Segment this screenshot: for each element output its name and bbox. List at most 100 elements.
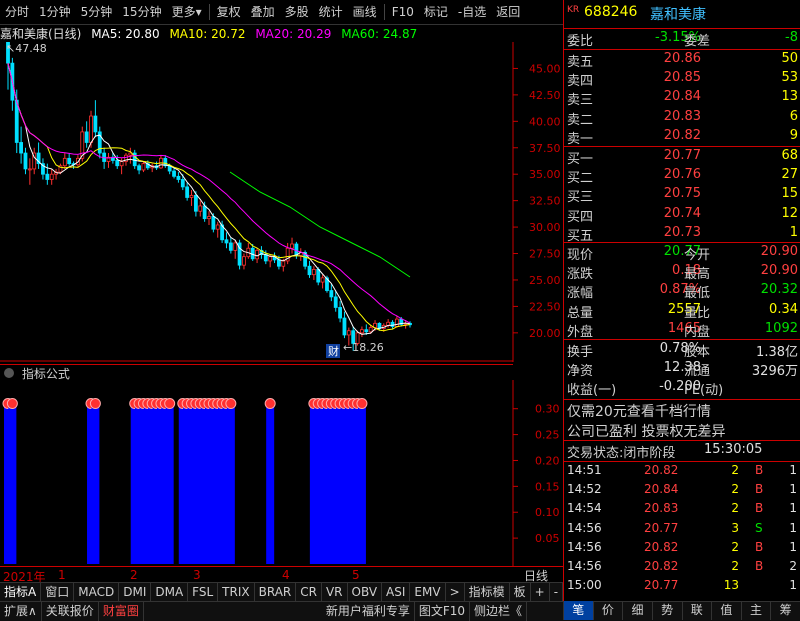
indicator-tab[interactable]: 指标A	[0, 583, 42, 601]
stat-row: 收益(一) -0.200 PE(动)	[567, 379, 724, 399]
candle	[93, 100, 98, 138]
asks-row: 卖一 20.82 9	[567, 127, 798, 147]
candle	[198, 200, 203, 217]
toolbar-button[interactable]: 15分钟	[117, 0, 166, 24]
stat-row: 涨跌 0.18 最高 20.90	[567, 263, 798, 283]
indicator-tab[interactable]: OBV	[348, 583, 383, 601]
indicator-tab[interactable]: >	[446, 583, 465, 601]
right-tab[interactable]: 价	[592, 601, 623, 620]
indicator-title[interactable]: 指标公式	[22, 367, 70, 381]
bids-row: 买五 20.73 1	[567, 224, 798, 244]
right-tab[interactable]: 笔	[563, 601, 593, 620]
right-tab[interactable]: 联	[681, 601, 712, 620]
y-tick-label: 27.50	[529, 248, 561, 261]
candle	[298, 248, 303, 261]
indicator-bar-chart[interactable]: 0.30 0.25 0.20 0.15 0.10 0.05	[0, 380, 563, 566]
right-tab[interactable]: 细	[622, 601, 652, 620]
candle	[45, 163, 50, 185]
candle	[49, 168, 54, 185]
ma5-label: MA5: 20.80	[91, 27, 160, 41]
toolbar-button[interactable]: -自选	[453, 0, 491, 24]
toolbar-button[interactable]: 1分钟	[34, 0, 76, 24]
indicator-tab[interactable]: BRAR	[255, 583, 297, 601]
toolbar-button[interactable]: 5分钟	[76, 0, 118, 24]
candlestick-chart[interactable]: 45.00 42.50 40.00 37.50 35.00 32.50 30.00 27.50…	[0, 42, 563, 362]
right-tab[interactable]: 筹	[770, 601, 800, 620]
toolbar-button[interactable]: 统计	[314, 0, 348, 24]
indicator-tab[interactable]: DMI	[119, 583, 152, 601]
bottom-bar-item[interactable]: 侧边栏《	[470, 602, 528, 621]
indicator-tab[interactable]: DMA	[151, 583, 189, 601]
tick-row: 14:51 20.82 2 B 1	[567, 463, 797, 477]
finance-report-marker[interactable]: 财	[326, 344, 340, 358]
indicator-bar	[225, 398, 237, 564]
promo-level2[interactable]: 仅需20元查看千档行情	[564, 401, 800, 420]
y-tick-label: 0.15	[535, 480, 560, 493]
candle	[207, 211, 211, 225]
chevron-down-icon[interactable]	[4, 368, 14, 378]
indicator-tab[interactable]: 指标模	[465, 583, 510, 601]
bottom-bar-item[interactable]: 图文F10	[415, 602, 471, 621]
ma20-label: MA20: 20.29	[255, 27, 332, 41]
candle	[36, 142, 41, 169]
svg-text:财: 财	[328, 344, 339, 358]
indicator-header: 指标公式	[0, 364, 513, 381]
indicator-tab[interactable]: MACD	[74, 583, 120, 601]
indicator-tab[interactable]: CR	[296, 583, 322, 601]
tick-row: 14:52 20.84 2 B 1	[567, 482, 797, 497]
bottom-bar-item[interactable]: 财富圈	[99, 602, 144, 621]
bottom-bar-item[interactable]: 关联报价	[42, 602, 99, 621]
candle	[311, 266, 316, 280]
indicator-tab[interactable]: FSL	[188, 583, 219, 601]
bids-row: 买四 20.74 12	[567, 205, 798, 225]
candle	[106, 153, 111, 168]
toolbar-button[interactable]: 分时	[0, 0, 34, 24]
candle	[62, 153, 67, 169]
indicator-tab[interactable]: TRIX	[218, 583, 255, 601]
indicator-tab[interactable]: ASI	[382, 583, 411, 601]
toolbar-button[interactable]: 返回	[491, 0, 525, 24]
kr-badge: KR	[567, 5, 580, 15]
candle	[23, 147, 28, 175]
stat-row: 涨幅 0.87% 最低 20.32	[567, 282, 798, 302]
y-tick-label: 32.50	[529, 195, 561, 208]
candle	[215, 221, 220, 238]
tick-row: 14:56 20.82 2 B 2	[567, 559, 797, 573]
indicator-tab[interactable]: EMV	[410, 583, 446, 601]
right-tab[interactable]: 势	[651, 601, 682, 620]
candle	[320, 274, 325, 289]
indicator-bar	[164, 398, 176, 564]
toolbar-button[interactable]: 叠加	[246, 0, 280, 24]
stock-period-title: 嘉和美康(日线)	[0, 27, 82, 41]
indicator-tab[interactable]: VR	[322, 583, 348, 601]
bottom-bar-item[interactable]: 扩展∧	[0, 602, 42, 621]
time-axis-label: 5	[352, 568, 360, 582]
candle	[360, 326, 364, 338]
promo-company[interactable]: 公司已盈利 投票权无差异	[564, 421, 800, 440]
candle	[228, 237, 233, 254]
indicator-tab[interactable]: -	[550, 583, 564, 601]
toolbar-button[interactable]: 更多▾	[167, 0, 207, 24]
candle	[54, 168, 58, 180]
toolbar-button[interactable]: 多股	[280, 0, 314, 24]
ma10-line	[7, 63, 411, 332]
right-tab[interactable]: 值	[711, 601, 741, 620]
toolbar-button[interactable]: 标记	[419, 0, 453, 24]
y-tick-label: 37.50	[529, 142, 561, 155]
candle	[290, 237, 294, 254]
bottom-bar-item[interactable]: 新用户福利专享	[322, 602, 415, 621]
candle	[237, 239, 242, 270]
time-axis: 2021年 1 2 3 4 5 日线	[0, 566, 563, 584]
right-tab[interactable]: 主	[740, 601, 771, 620]
indicator-tab[interactable]: +	[531, 583, 550, 601]
toolbar-button[interactable]: 复权	[212, 0, 246, 24]
ma5-line	[7, 63, 411, 335]
toolbar-button[interactable]: 画线	[348, 0, 382, 24]
indicator-tab[interactable]: 板	[510, 583, 531, 601]
candle	[342, 311, 347, 339]
y-tick-label: 30.00	[529, 221, 561, 234]
y-tick-label: 35.00	[529, 168, 561, 181]
indicator-tab[interactable]: 窗口	[41, 583, 75, 601]
toolbar-button[interactable]: F10	[387, 0, 419, 24]
y-tick-label: 0.30	[535, 403, 560, 416]
